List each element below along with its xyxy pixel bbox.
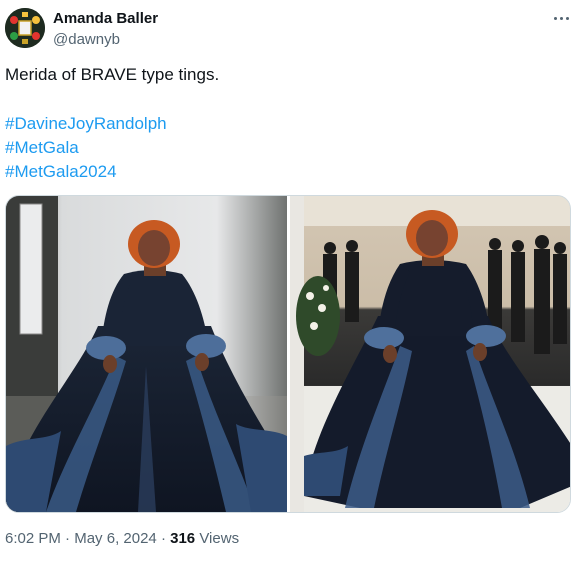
hashtag-metgala2024[interactable]: #MetGala2024: [5, 160, 167, 184]
photo-red-carpet[interactable]: [290, 196, 570, 512]
views-count: 316: [170, 530, 196, 547]
hashtag-metgala[interactable]: #MetGala: [5, 136, 167, 160]
avatar[interactable]: [5, 8, 45, 48]
tweet: Amanda Baller @dawnyb Merida of BRAVE ty…: [0, 0, 578, 562]
tweet-meta: 6:02 PM · May 6, 2024 · 316 Views: [5, 530, 239, 547]
hashtag-list: #DavineJoyRandolph #MetGala #MetGala2024: [5, 112, 167, 184]
meta-separator: ·: [65, 530, 71, 547]
author-handle[interactable]: @dawnyb: [53, 31, 120, 48]
media-grid: [5, 195, 571, 513]
more-horizontal-icon[interactable]: [553, 12, 571, 26]
tweet-date[interactable]: May 6, 2024: [74, 530, 157, 547]
tweet-time[interactable]: 6:02 PM: [5, 530, 61, 547]
views-label: Views: [199, 530, 240, 547]
meta-separator: ·: [160, 530, 166, 547]
author-name[interactable]: Amanda Baller: [53, 10, 158, 27]
hashtag-davinejoyrandolph[interactable]: #DavineJoyRandolph: [5, 112, 167, 136]
tweet-text: Merida of BRAVE type tings.: [5, 65, 220, 84]
photo-studio-portrait[interactable]: [6, 196, 287, 512]
